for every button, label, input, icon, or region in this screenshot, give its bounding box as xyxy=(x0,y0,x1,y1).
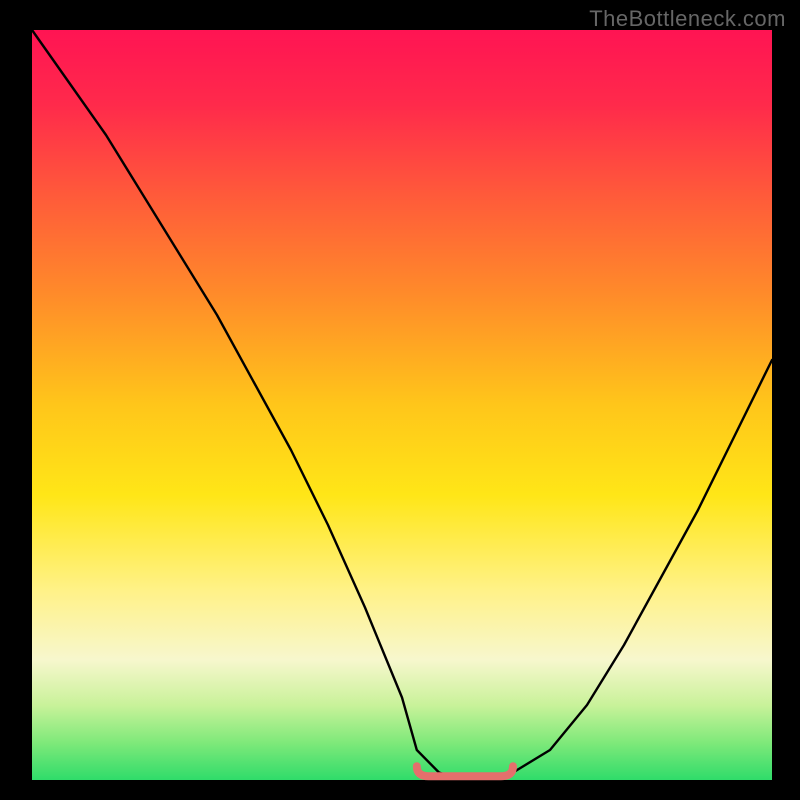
chart-frame: TheBottleneck.com xyxy=(0,0,800,800)
bottleneck-chart xyxy=(0,0,800,800)
watermark-text: TheBottleneck.com xyxy=(589,6,786,32)
gradient-background xyxy=(32,30,772,780)
